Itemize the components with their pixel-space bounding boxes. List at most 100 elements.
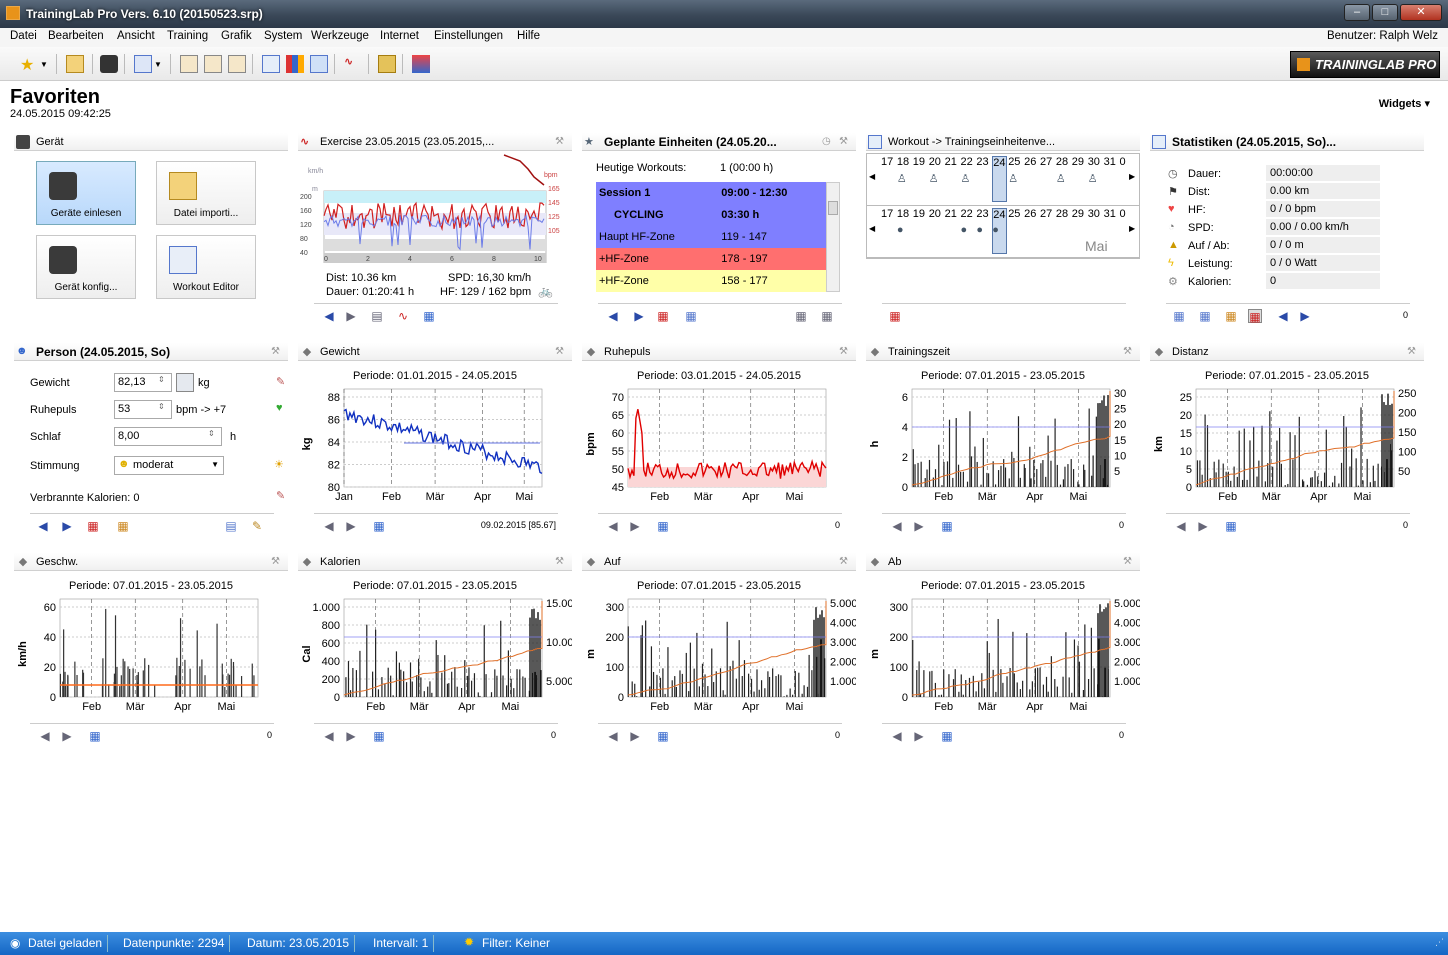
chart-group-icon[interactable] bbox=[286, 55, 304, 73]
widgets-menu-button[interactable]: Widgets ▾ bbox=[1379, 97, 1430, 110]
next-arrow-icon[interactable]: ▶ bbox=[1298, 309, 1312, 323]
menu-bearbeiten[interactable]: Bearbeiten bbox=[48, 30, 104, 42]
prev-arrow-icon[interactable]: ◀ bbox=[36, 519, 50, 533]
bar-chart-icon[interactable]: ▦ bbox=[656, 729, 670, 743]
prev-arrow-icon[interactable]: ◀ bbox=[322, 309, 336, 323]
calendar-icon[interactable]: ▦ bbox=[684, 309, 698, 323]
schedule-row[interactable]: CYCLING 03:30 h bbox=[596, 204, 826, 226]
device-icon[interactable] bbox=[100, 55, 118, 73]
menu-grafik[interactable]: Grafik bbox=[221, 30, 252, 42]
tools-icon[interactable]: ⚒ bbox=[271, 556, 285, 568]
calendar-day[interactable]: 19 bbox=[913, 208, 925, 220]
calendar-day[interactable]: 26 bbox=[1024, 156, 1036, 168]
next-arrow-icon[interactable]: ▶ bbox=[632, 309, 646, 323]
workout-editor-button[interactable]: Workout Editor bbox=[156, 235, 256, 299]
line-chart-icon[interactable]: ∿ bbox=[344, 55, 362, 73]
calendar-day[interactable]: 19 bbox=[913, 156, 925, 168]
prev-arrow-icon[interactable]: ◀ bbox=[606, 309, 620, 323]
next-arrow-icon[interactable]: ▶ bbox=[60, 519, 74, 533]
calendar-day[interactable]: 21 bbox=[945, 208, 957, 220]
resize-grip-icon[interactable]: ⋰ bbox=[1435, 937, 1444, 948]
view-list-icon[interactable] bbox=[134, 55, 152, 73]
next-arrow-icon[interactable]: ▶ bbox=[912, 729, 926, 743]
bar-chart-icon[interactable]: ▦ bbox=[940, 729, 954, 743]
next-arrow-icon[interactable]: ▶ bbox=[628, 729, 642, 743]
calendar-day[interactable]: 27 bbox=[1040, 208, 1052, 220]
prev-arrow-icon[interactable]: ◀ bbox=[322, 519, 336, 533]
next-arrow-icon[interactable]: ▶ bbox=[628, 519, 642, 533]
calendar-day[interactable]: 17 bbox=[881, 156, 893, 168]
list-icon[interactable]: ▤ bbox=[370, 309, 384, 323]
tools-icon[interactable]: ⚒ bbox=[839, 136, 853, 148]
next-arrow-icon[interactable]: ▶ bbox=[344, 729, 358, 743]
bar-chart-icon[interactable]: ▦ bbox=[940, 519, 954, 533]
menu-hilfe[interactable]: Hilfe bbox=[517, 30, 540, 42]
calendar-day[interactable]: 27 bbox=[1040, 156, 1052, 168]
bar-chart-icon[interactable]: ▦ bbox=[372, 519, 386, 533]
next-week-icon[interactable]: ▶ bbox=[1129, 224, 1135, 233]
line-chart-icon[interactable]: ∿ bbox=[396, 309, 410, 323]
report-icon[interactable] bbox=[378, 55, 396, 73]
calendar-day[interactable]: 29 bbox=[1072, 156, 1084, 168]
close-button[interactable]: ✕ bbox=[1400, 4, 1442, 21]
calendar-year-icon[interactable]: ▦ bbox=[1248, 309, 1262, 324]
calendar-day[interactable]: 24 bbox=[992, 156, 1007, 202]
chart-icon[interactable]: ▦ bbox=[794, 309, 808, 323]
prev-arrow-icon[interactable]: ◀ bbox=[606, 729, 620, 743]
calendar-day[interactable]: 28 bbox=[1056, 156, 1068, 168]
tools-icon[interactable]: ⚒ bbox=[1123, 556, 1137, 568]
calendar-today-icon[interactable]: ▦ bbox=[656, 309, 670, 323]
menu-werkzeuge[interactable]: Werkzeuge bbox=[311, 30, 369, 42]
folder-search-icon[interactable] bbox=[66, 55, 84, 73]
calendar-today-icon[interactable]: ▦ bbox=[86, 519, 100, 533]
calendar-week-icon[interactable] bbox=[204, 55, 222, 73]
bar-chart-icon[interactable]: ▦ bbox=[372, 729, 386, 743]
prev-arrow-icon[interactable]: ◀ bbox=[890, 519, 904, 533]
menu-einstellungen[interactable]: Einstellungen bbox=[434, 30, 503, 42]
tools-icon[interactable]: ⚒ bbox=[555, 556, 569, 568]
calendar-day[interactable]: 18 bbox=[897, 156, 909, 168]
schedule-row[interactable]: Session 1 09:00 - 12:30 bbox=[596, 182, 826, 204]
prev-arrow-icon[interactable]: ◀ bbox=[38, 729, 52, 743]
next-arrow-icon[interactable]: ▶ bbox=[1196, 519, 1210, 533]
schedule-row[interactable]: +HF-Zone 158 - 177 bbox=[596, 270, 826, 292]
prev-arrow-icon[interactable]: ◀ bbox=[606, 519, 620, 533]
datei-importieren-button[interactable]: Datei importi... bbox=[156, 161, 256, 225]
tools-icon[interactable]: ⚒ bbox=[839, 556, 853, 568]
tools-icon[interactable]: ⚒ bbox=[271, 346, 285, 358]
stimmung-select[interactable]: moderat ☻ ▼ bbox=[114, 456, 224, 475]
minimize-button[interactable]: – bbox=[1344, 4, 1370, 21]
status-filter[interactable]: ✹ Filter: Keiner bbox=[460, 935, 555, 952]
menu-datei[interactable]: Datei bbox=[10, 30, 37, 42]
calendar-day[interactable]: 22 bbox=[961, 156, 973, 168]
schedule-row[interactable]: +HF-Zone 178 - 197 bbox=[596, 248, 826, 270]
spinner-icon[interactable]: ⇕ bbox=[208, 429, 215, 438]
calendar-day[interactable]: 28 bbox=[1056, 208, 1068, 220]
calendar-today-icon[interactable]: ▦ bbox=[888, 309, 902, 323]
next-week-icon[interactable]: ▶ bbox=[1129, 172, 1135, 181]
prev-week-icon[interactable]: ◀ bbox=[869, 172, 875, 181]
calendar-day[interactable]: 21 bbox=[945, 156, 957, 168]
schedule-scrollbar[interactable] bbox=[826, 182, 840, 292]
calendar-day[interactable]: 30 bbox=[1088, 208, 1100, 220]
copy-icon[interactable] bbox=[310, 55, 328, 73]
maximize-button[interactable]: □ bbox=[1372, 4, 1398, 21]
prev-arrow-icon[interactable]: ◀ bbox=[1174, 519, 1188, 533]
clock-icon[interactable]: ◷ bbox=[822, 136, 836, 148]
prev-week-icon[interactable]: ◀ bbox=[869, 224, 875, 233]
calendar-month-icon[interactable] bbox=[228, 55, 246, 73]
calendar-day[interactable]: 29 bbox=[1072, 208, 1084, 220]
tools-icon[interactable]: ⚒ bbox=[839, 346, 853, 358]
calendar-day[interactable]: 18 bbox=[897, 208, 909, 220]
users-icon[interactable] bbox=[412, 55, 430, 73]
chart-settings-icon[interactable]: ▦ bbox=[820, 309, 834, 323]
schlaf-input[interactable]: 8,00 bbox=[114, 427, 222, 446]
geraet-konfigurieren-button[interactable]: Gerät konfig... bbox=[36, 235, 136, 299]
note-icon[interactable]: ✎ bbox=[276, 489, 285, 502]
calendar-day[interactable]: 23 bbox=[976, 208, 988, 220]
menu-ansicht[interactable]: Ansicht bbox=[117, 30, 155, 42]
calendar-day[interactable]: 31 bbox=[1104, 156, 1116, 168]
note-icon[interactable]: ✎ bbox=[276, 375, 285, 388]
edit-icon[interactable]: ✎ bbox=[250, 519, 264, 533]
calendar-day[interactable]: 20 bbox=[929, 208, 941, 220]
